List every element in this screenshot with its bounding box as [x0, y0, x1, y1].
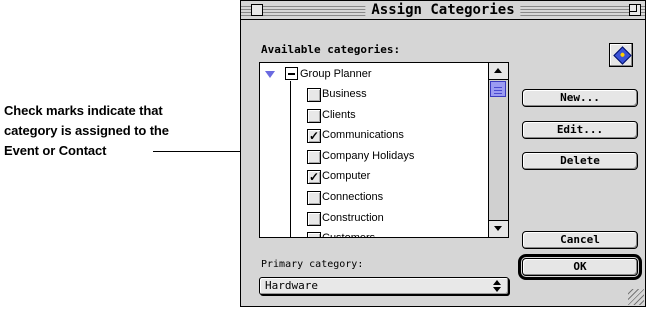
primary-category-value: Hardware [265, 279, 318, 292]
title-bar[interactable]: Assign Categories [241, 1, 645, 20]
category-checkbox[interactable] [307, 108, 321, 123]
category-checkbox[interactable] [307, 232, 321, 237]
category-checkbox[interactable] [307, 149, 321, 164]
callout-line: Check marks indicate that [4, 103, 163, 118]
category-label: Communications [322, 129, 404, 142]
scroll-down-arrow-icon[interactable] [489, 220, 508, 237]
category-checkbox[interactable] [307, 191, 321, 205]
category-row[interactable]: ✓ Computer [260, 166, 490, 186]
category-label: Customers [322, 228, 375, 237]
close-box-icon[interactable] [251, 4, 263, 16]
primary-category-popup[interactable]: Hardware [259, 277, 509, 295]
scroll-up-arrow-icon[interactable] [489, 63, 508, 80]
category-row[interactable]: Construction [260, 208, 490, 228]
list-scrollbar[interactable] [488, 63, 508, 237]
scroll-thumb[interactable] [490, 81, 506, 97]
category-label: Clients [322, 108, 356, 121]
help-gem-icon [613, 46, 632, 65]
tree-root-label: Group Planner [300, 68, 372, 80]
disclosure-triangle-icon[interactable] [265, 71, 275, 78]
callout-line: category is assigned to the [4, 123, 169, 138]
category-checkbox[interactable] [307, 211, 321, 226]
category-row[interactable]: Clients [260, 105, 490, 125]
grow-box-icon[interactable] [628, 289, 644, 305]
zoom-box-icon[interactable] [629, 4, 641, 16]
category-row[interactable]: Business [260, 84, 490, 104]
category-label: Construction [322, 211, 384, 224]
checkmark-icon: ✓ [308, 170, 320, 185]
category-row[interactable]: ✓ Communications [260, 125, 490, 145]
help-button[interactable] [609, 43, 633, 67]
scroll-track[interactable] [489, 80, 508, 220]
categories-list[interactable]: Group Planner Business Clients ✓ Communicat… [259, 62, 509, 238]
dialog-title: Assign Categories [365, 1, 521, 19]
category-label: Business [322, 88, 367, 100]
assign-categories-dialog: Assign Categories Available categories: … [240, 0, 646, 307]
category-label: Company Holidays [322, 149, 415, 162]
category-row[interactable]: Customers [260, 228, 490, 237]
category-checkbox[interactable]: ✓ [307, 170, 321, 185]
popup-arrows-icon [492, 280, 502, 292]
categories-list-content: Group Planner Business Clients ✓ Communicat… [260, 63, 490, 237]
category-checkbox[interactable] [307, 88, 321, 102]
category-row[interactable]: Connections [260, 187, 490, 207]
category-label: Connections [322, 191, 384, 203]
tree-root-row[interactable]: Group Planner [260, 64, 490, 84]
category-row[interactable]: Company Holidays [260, 146, 490, 166]
cancel-button[interactable]: Cancel [522, 231, 638, 249]
ok-button[interactable]: OK [522, 258, 638, 276]
new-button[interactable]: New... [522, 89, 638, 107]
edit-button[interactable]: Edit... [522, 121, 638, 139]
delete-button[interactable]: Delete [522, 152, 638, 170]
callout-text: Check marks indicate that category is as… [4, 101, 224, 161]
available-categories-label: Available categories: [261, 43, 401, 56]
primary-category-label: Primary category: [261, 259, 364, 270]
category-label: Computer [322, 170, 371, 183]
category-checkbox[interactable]: ✓ [307, 129, 321, 144]
checkmark-icon: ✓ [308, 129, 320, 144]
group-minus-icon[interactable] [285, 67, 298, 80]
